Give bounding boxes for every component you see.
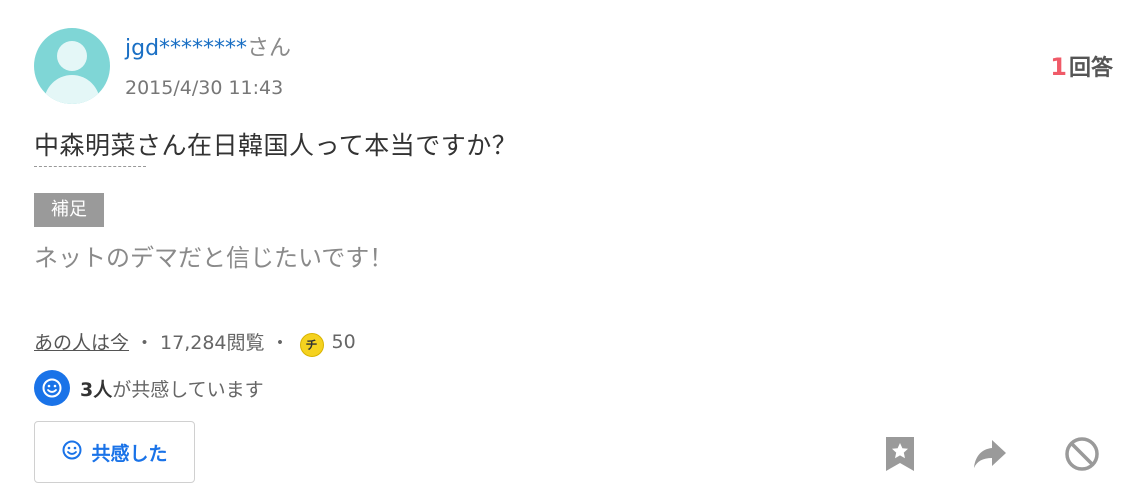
answer-count-label: 回答 xyxy=(1068,56,1113,81)
username-suffix: さん xyxy=(247,36,292,61)
username-text[interactable]: jgd******** xyxy=(125,36,247,61)
empathy-text: 3人が共感しています xyxy=(80,375,264,402)
empathy-summary: 3人が共感しています xyxy=(34,370,264,406)
meta-separator: ・ xyxy=(135,332,155,354)
meta-separator: ・ xyxy=(270,332,290,354)
share-arrow-icon[interactable] xyxy=(970,434,1010,474)
smile-icon xyxy=(34,370,70,406)
question-text: 中森明菜さん在日韓国人って本当ですか？ xyxy=(34,131,518,160)
block-icon[interactable] xyxy=(1062,434,1102,474)
question-meta: あの人は今 ・ 17,284閲覧 ・ チ 50 xyxy=(34,328,356,357)
post-date: 2015/4/30 11:43 xyxy=(125,77,284,99)
avatar-body xyxy=(44,75,100,104)
username[interactable]: jgd********さん xyxy=(125,30,291,62)
empathize-button-label: 共感した xyxy=(91,442,168,465)
empathize-button[interactable]: 共感した xyxy=(34,421,195,483)
view-count: 17,284閲覧 xyxy=(160,332,265,354)
bookmark-star-icon[interactable] xyxy=(880,434,920,474)
answer-count[interactable]: 1回答 xyxy=(1050,50,1113,82)
avatar[interactable] xyxy=(34,28,110,104)
avatar-head xyxy=(57,41,87,71)
empathy-label: が共感しています xyxy=(112,378,264,401)
supplement-text: ネットのデマだと信じたいです！ xyxy=(34,244,394,272)
smile-outline-icon xyxy=(61,439,83,465)
supplement-badge: 補足 xyxy=(34,193,104,227)
question-divider xyxy=(34,166,146,167)
coin-count: 50 xyxy=(331,330,356,353)
category-link[interactable]: あの人は今 xyxy=(34,328,129,355)
coin-icon: チ xyxy=(299,332,324,357)
answer-count-number: 1 xyxy=(1050,53,1067,81)
empathy-count: 3人 xyxy=(80,378,113,401)
